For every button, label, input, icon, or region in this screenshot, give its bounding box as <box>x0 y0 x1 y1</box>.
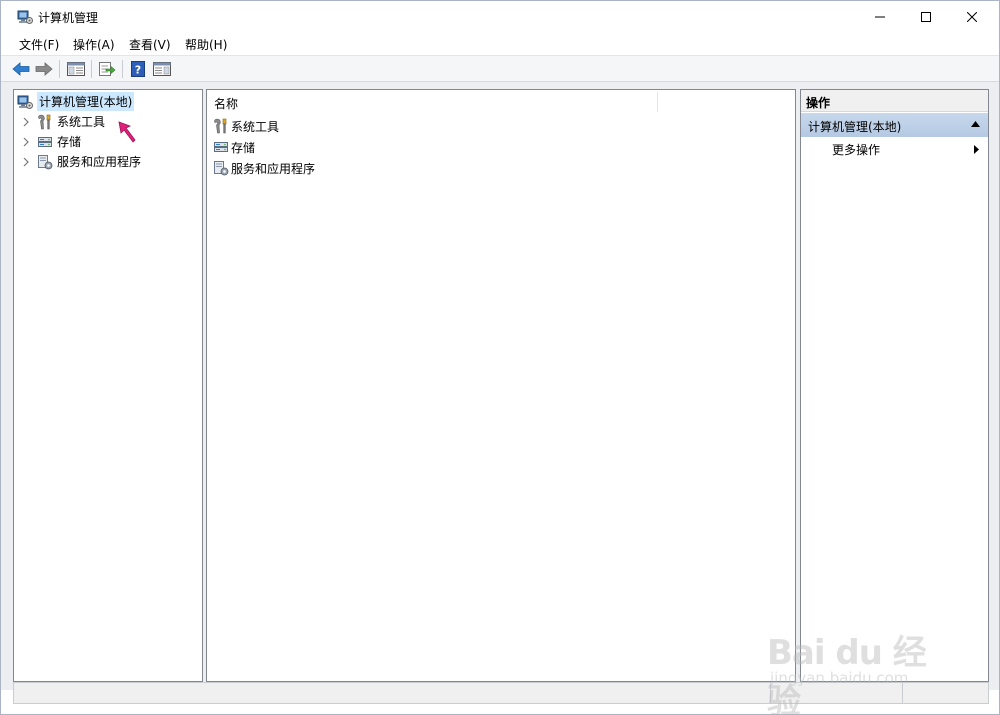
system-tools-icon <box>214 118 227 134</box>
tree-root-label: 计算机管理(本地) <box>39 95 133 109</box>
computer-management-window: 计算机管理 文件(F) 操作(A) 查看(V) 帮助(H) ? 计算机管理(本地… <box>0 0 1000 715</box>
title-bar[interactable]: 计算机管理 <box>1 1 999 32</box>
list-item-label: 服务和应用程序 <box>231 161 316 176</box>
export-list-icon <box>99 62 116 76</box>
list-item-services-apps[interactable]: 服务和应用程序 <box>213 158 315 178</box>
close-button[interactable] <box>949 1 995 32</box>
back-arrow-icon <box>12 62 30 76</box>
mouse-cursor-arrow <box>118 121 136 143</box>
actions-group-header[interactable]: 计算机管理(本地) <box>801 113 988 137</box>
list-item-system-tools[interactable]: 系统工具 <box>213 116 279 136</box>
column-header[interactable]: 名称 <box>207 90 795 114</box>
actions-title-bar: 操作 <box>801 90 988 112</box>
export-list-button[interactable] <box>97 59 117 79</box>
minimize-icon <box>875 16 885 17</box>
tree-root-node[interactable]: 计算机管理(本地) <box>17 92 135 111</box>
maximize-icon <box>921 11 931 22</box>
list-item-label: 存储 <box>231 140 256 155</box>
show-hide-action-pane-button[interactable] <box>152 59 172 79</box>
back-button[interactable] <box>11 59 31 79</box>
menu-file[interactable]: 文件(F) <box>19 36 59 53</box>
system-tools-icon <box>38 114 51 129</box>
toolbar-separator <box>59 60 60 78</box>
tree-item-label: 服务和应用程序 <box>57 155 142 169</box>
window-title: 计算机管理 <box>38 11 99 25</box>
storage-icon <box>214 142 228 152</box>
expand-arrow-icon[interactable] <box>21 117 31 127</box>
column-name-header[interactable]: 名称 <box>214 95 238 112</box>
show-hide-action-pane-icon <box>153 62 171 76</box>
list-item-label: 系统工具 <box>231 119 280 134</box>
forward-button[interactable] <box>34 59 54 79</box>
baidu-jingyan-watermark: Bai du 经验 jingyan.baidu.com <box>767 609 957 715</box>
toolbar-separator <box>91 60 92 78</box>
tree-item-storage[interactable]: 存储 <box>21 132 81 151</box>
storage-icon <box>38 136 52 147</box>
menu-help[interactable]: 帮助(H) <box>185 36 227 53</box>
submenu-arrow-icon[interactable] <box>974 145 979 154</box>
help-button[interactable]: ? <box>128 59 148 79</box>
more-actions-item[interactable]: 更多操作 <box>832 141 880 158</box>
column-divider[interactable] <box>657 92 658 112</box>
list-item-storage[interactable]: 存储 <box>213 137 255 157</box>
console-tree-pane[interactable]: 计算机管理(本地) 系统工具 存储 服务和应用程序 <box>13 89 203 682</box>
services-apps-icon <box>38 154 53 169</box>
forward-arrow-icon <box>35 62 53 76</box>
actions-pane: 操作 计算机管理(本地) 更多操作 <box>800 89 989 682</box>
close-icon <box>967 11 977 22</box>
collapse-up-icon[interactable] <box>971 121 980 127</box>
expand-arrow-icon[interactable] <box>21 157 31 167</box>
tree-item-label: 系统工具 <box>57 115 106 129</box>
computer-management-icon <box>17 10 33 24</box>
menu-action[interactable]: 操作(A) <box>73 36 115 53</box>
actions-group-label: 计算机管理(本地) <box>808 120 902 134</box>
maximize-button[interactable] <box>903 1 949 32</box>
menu-bar: 文件(F) 操作(A) 查看(V) 帮助(H) <box>1 32 999 55</box>
tree-item-services-apps[interactable]: 服务和应用程序 <box>21 152 141 171</box>
toolbar-separator <box>122 60 123 78</box>
tree-item-system-tools[interactable]: 系统工具 <box>21 112 105 131</box>
details-pane[interactable]: 名称 系统工具 存储 服务和应用程序 <box>206 89 796 682</box>
help-icon: ? <box>131 61 145 77</box>
services-apps-icon <box>214 161 229 176</box>
show-hide-console-tree-icon <box>67 62 85 76</box>
minimize-button[interactable] <box>857 1 903 32</box>
toolbar: ? <box>1 55 999 82</box>
main-area: 计算机管理(本地) 系统工具 存储 服务和应用程序 名称 系统工具 存储 服务和… <box>1 82 999 690</box>
actions-title: 操作 <box>806 96 831 110</box>
tree-item-label: 存储 <box>57 135 82 149</box>
computer-management-icon <box>17 95 33 109</box>
svg-text:?: ? <box>135 64 141 77</box>
show-hide-console-tree-button[interactable] <box>66 59 86 79</box>
menu-view[interactable]: 查看(V) <box>129 36 171 53</box>
watermark-url: jingyan.baidu.com <box>770 669 909 687</box>
expand-arrow-icon[interactable] <box>21 137 31 147</box>
